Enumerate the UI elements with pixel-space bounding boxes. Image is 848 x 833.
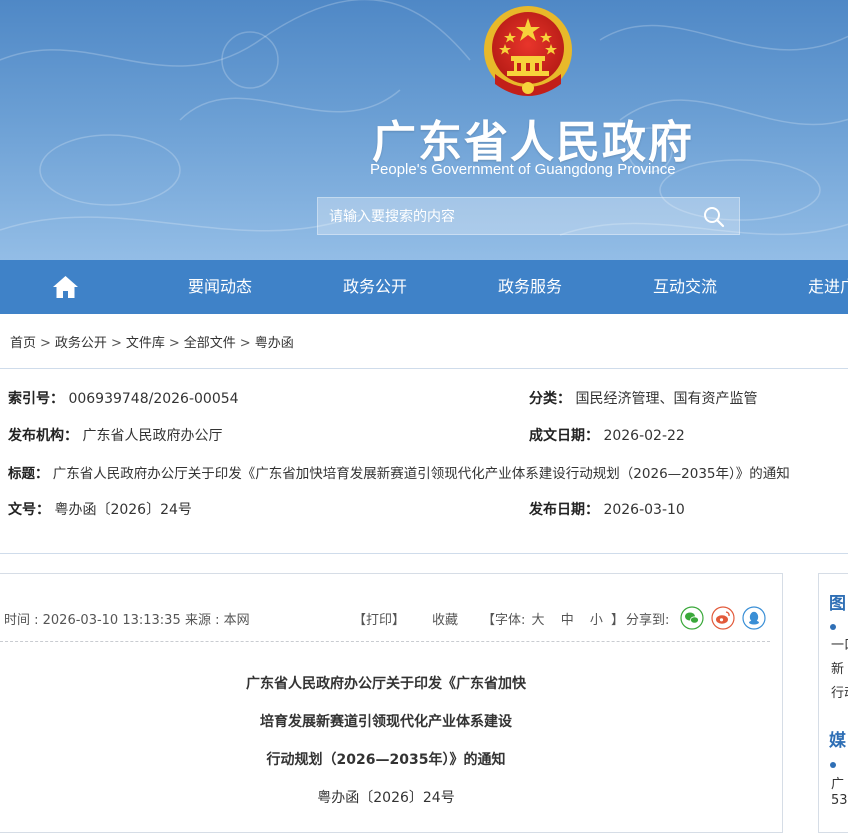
bullet-icon xyxy=(830,624,836,630)
meta-pub-date: 发布日期： 2026-03-10 xyxy=(529,499,685,519)
meta-title: 标题： 广东省人民政府办公厅关于印发《广东省加快培育发展新赛道引领现代化产业体系… xyxy=(8,462,790,482)
nav-item-about[interactable]: 走进广 xyxy=(808,260,848,314)
weibo-icon[interactable] xyxy=(711,606,735,630)
sidebar-link[interactable]: 新 xyxy=(831,658,844,677)
divider xyxy=(0,368,848,369)
article-source: 来源 : 本网 xyxy=(185,613,250,628)
divider xyxy=(0,553,848,554)
meta-index: 索引号： 006939748/2026-00054 xyxy=(8,388,239,408)
article-divider xyxy=(0,641,770,642)
breadcrumb-separator: > xyxy=(168,336,180,351)
nav-item-news[interactable]: 要闻动态 xyxy=(188,260,252,314)
meta-docno: 文号： 粤办函〔2026〕24号 xyxy=(8,499,192,519)
sidebar-link[interactable]: 行动 xyxy=(831,682,848,701)
document-number: 粤办函〔2026〕24号 xyxy=(317,790,455,806)
breadcrumb-separator: > xyxy=(110,336,122,351)
sidebar-link[interactable]: 广 xyxy=(831,773,844,792)
meta-date-written-label: 成文日期： xyxy=(529,428,599,444)
share-label: 分享到: xyxy=(626,613,670,628)
meta-date-written-value: 2026-02-22 xyxy=(603,428,685,444)
breadcrumb-separator: > xyxy=(40,336,51,351)
wechat-icon[interactable] xyxy=(680,606,704,630)
breadcrumb-home[interactable]: 首页 xyxy=(10,336,36,351)
meta-issuer: 发布机构： 广东省人民政府办公厅 xyxy=(8,425,222,445)
article-time: 时间 : 2026-03-10 13:13:35 xyxy=(4,613,181,628)
search-icon[interactable] xyxy=(703,206,725,228)
meta-pub-date-value: 2026-03-10 xyxy=(603,502,685,518)
nav-item-services[interactable]: 政务服务 xyxy=(498,260,562,314)
breadcrumb-file-library[interactable]: 文件库 xyxy=(126,336,165,351)
meta-category-value: 国民经济管理、国有资产监管 xyxy=(575,391,758,407)
document-title-line: 培育发展新赛道引领现代化产业体系建设 xyxy=(260,714,512,730)
meta-docno-label: 文号： xyxy=(8,502,50,518)
meta-date-written: 成文日期： 2026-02-22 xyxy=(529,425,685,445)
meta-category-label: 分类： xyxy=(529,391,571,407)
breadcrumb-current[interactable]: 粤办函 xyxy=(255,336,294,351)
national-emblem xyxy=(484,6,572,96)
font-size-suffix: 】 xyxy=(611,613,625,628)
sidebar-heading: 图 xyxy=(829,594,846,614)
nav-item-gov-affairs[interactable]: 政务公开 xyxy=(343,260,407,314)
breadcrumb-all-files[interactable]: 全部文件 xyxy=(184,336,236,351)
meta-index-value: 006939748/2026-00054 xyxy=(68,391,239,407)
bullet-icon xyxy=(830,762,836,768)
search-box xyxy=(317,197,740,236)
home-icon[interactable] xyxy=(52,275,79,299)
print-button[interactable]: 【打印】 xyxy=(353,609,405,628)
sidebar-link[interactable]: 53 xyxy=(831,793,848,808)
sidebar-heading: 媒 xyxy=(829,731,846,751)
site-subtitle: People's Government of Guangdong Provinc… xyxy=(370,161,676,178)
meta-index-label: 索引号： xyxy=(8,391,64,407)
nav-item-interaction[interactable]: 互动交流 xyxy=(653,260,717,314)
main-nav: 要闻动态 政务公开 政务服务 互动交流 走进广 xyxy=(0,260,848,314)
document-title-line: 行动规划（2026—2035年）》的通知 xyxy=(266,752,506,768)
site-header: 广东省人民政府 People's Government of Guangdong… xyxy=(0,0,848,260)
meta-issuer-value: 广东省人民政府办公厅 xyxy=(82,428,223,444)
sidebar-link[interactable]: 一口 xyxy=(831,634,848,653)
font-size-controls: 【字体: 大 中 小 】 xyxy=(482,609,624,628)
document-title-line: 广东省人民政府办公厅关于印发《广东省加快 xyxy=(246,676,526,692)
meta-category: 分类： 国民经济管理、国有资产监管 xyxy=(529,388,757,408)
breadcrumb-separator: > xyxy=(239,336,251,351)
breadcrumb-gov-affairs[interactable]: 政务公开 xyxy=(55,336,107,351)
qq-icon[interactable] xyxy=(742,606,766,630)
breadcrumb: 首页 > 政务公开 > 文件库 > 全部文件 > 粤办函 xyxy=(10,332,294,351)
favorite-button[interactable]: 收藏 xyxy=(432,609,458,628)
font-size-small[interactable]: 小 xyxy=(590,613,603,628)
meta-pub-date-label: 发布日期： xyxy=(529,502,599,518)
font-size-medium[interactable]: 中 xyxy=(561,613,574,628)
meta-title-label: 标题： xyxy=(8,466,49,482)
meta-docno-value: 粤办函〔2026〕24号 xyxy=(54,502,192,518)
search-input[interactable] xyxy=(318,198,711,236)
font-size-large[interactable]: 大 xyxy=(532,613,545,628)
meta-title-value: 广东省人民政府办公厅关于印发《广东省加快培育发展新赛道引领现代化产业体系建设行动… xyxy=(52,466,790,482)
font-size-prefix: 【字体: xyxy=(482,613,526,628)
meta-issuer-label: 发布机构： xyxy=(8,428,78,444)
